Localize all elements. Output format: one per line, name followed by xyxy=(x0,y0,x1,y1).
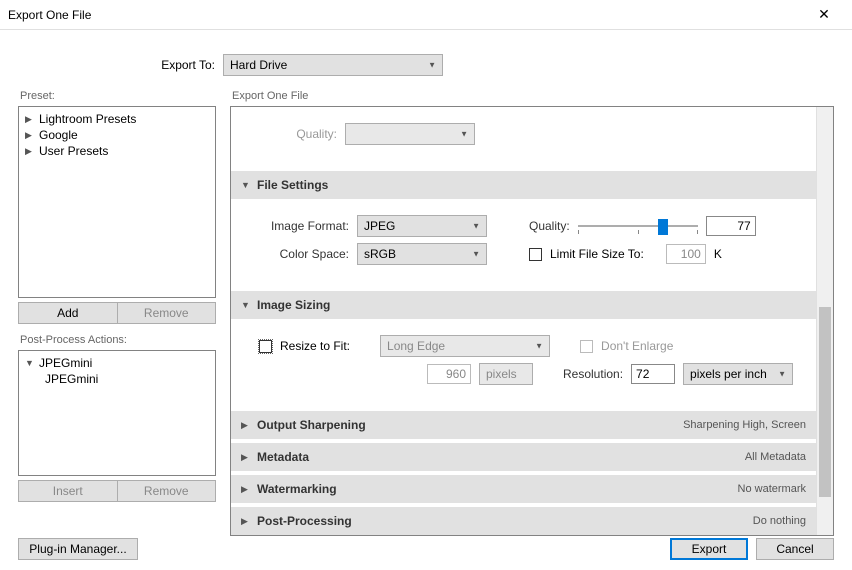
watermarking-header[interactable]: ▶ Watermarking No watermark xyxy=(231,475,816,503)
post-processing-summary: Do nothing xyxy=(753,515,806,527)
preset-item-lightroom[interactable]: ▶ Lightroom Presets xyxy=(25,111,209,127)
quality-slider[interactable] xyxy=(578,216,698,236)
chevron-down-icon: ▼ xyxy=(428,61,436,70)
resize-to-fit-select: Long Edge ▼ xyxy=(380,335,550,357)
metadata-header[interactable]: ▶ Metadata All Metadata xyxy=(231,443,816,471)
postprocess-list[interactable]: ▼ JPEGmini JPEGmini xyxy=(18,350,216,476)
preset-add-button[interactable]: Add xyxy=(18,302,118,324)
triangle-right-icon: ▶ xyxy=(25,146,33,157)
file-settings-header[interactable]: ▼ File Settings xyxy=(231,171,816,199)
metadata-summary: All Metadata xyxy=(745,451,806,463)
quality-top-select: ▼ xyxy=(345,123,475,145)
postprocess-group-jpegmini[interactable]: ▼ JPEGmini xyxy=(25,355,209,371)
dimension-unit-select: pixels xyxy=(479,363,533,385)
plugin-manager-button[interactable]: Plug-in Manager... xyxy=(18,538,138,560)
resize-to-fit-label: Resize to Fit: xyxy=(280,339,350,353)
dont-enlarge-checkbox xyxy=(580,340,593,353)
resolution-label: Resolution: xyxy=(563,367,623,381)
export-to-label: Export To: xyxy=(18,58,223,72)
resolution-input[interactable] xyxy=(631,364,675,384)
chevron-down-icon: ▼ xyxy=(472,222,480,231)
limit-filesize-label: Limit File Size To: xyxy=(550,247,644,261)
image-sizing-header[interactable]: ▼ Image Sizing xyxy=(231,291,816,319)
limit-filesize-input xyxy=(666,244,706,264)
triangle-right-icon: ▶ xyxy=(241,452,251,463)
triangle-right-icon: ▶ xyxy=(25,114,33,125)
dont-enlarge-label: Don't Enlarge xyxy=(601,339,673,353)
color-space-select[interactable]: sRGB ▼ xyxy=(357,243,487,265)
image-format-label: Image Format: xyxy=(241,219,349,233)
chevron-down-icon: ▼ xyxy=(778,370,786,379)
settings-scroll-area: Quality: ▼ ▼ File Settings Image Format: xyxy=(230,106,834,536)
preset-label: Preset: xyxy=(18,90,216,106)
cancel-button[interactable]: Cancel xyxy=(756,538,834,560)
color-space-label: Color Space: xyxy=(241,247,349,261)
close-icon[interactable]: ✕ xyxy=(804,6,844,23)
triangle-right-icon: ▶ xyxy=(241,484,251,495)
triangle-right-icon: ▶ xyxy=(241,420,251,431)
chevron-down-icon: ▼ xyxy=(535,342,543,351)
export-to-value: Hard Drive xyxy=(230,58,287,72)
chevron-down-icon: ▼ xyxy=(472,250,480,259)
limit-filesize-checkbox[interactable] xyxy=(529,248,542,261)
output-sharpening-header[interactable]: ▶ Output Sharpening Sharpening High, Scr… xyxy=(231,411,816,439)
limit-filesize-unit: K xyxy=(714,247,722,261)
postprocess-item-jpegmini[interactable]: JPEGmini xyxy=(25,371,209,387)
image-format-select[interactable]: JPEG ▼ xyxy=(357,215,487,237)
triangle-down-icon: ▼ xyxy=(241,300,251,310)
export-to-select[interactable]: Hard Drive ▼ xyxy=(223,54,443,76)
triangle-right-icon: ▶ xyxy=(25,130,33,141)
post-processing-header[interactable]: ▶ Post-Processing Do nothing xyxy=(231,507,816,535)
triangle-down-icon: ▼ xyxy=(241,180,251,190)
resolution-unit-select[interactable]: pixels per inch ▼ xyxy=(683,363,793,385)
triangle-right-icon: ▶ xyxy=(241,516,251,527)
scrollbar-thumb[interactable] xyxy=(819,307,831,497)
preset-list[interactable]: ▶ Lightroom Presets ▶ Google ▶ User Pres… xyxy=(18,106,216,298)
resize-to-fit-checkbox[interactable] xyxy=(259,340,272,353)
postprocess-remove-button[interactable]: Remove xyxy=(118,480,217,502)
preset-item-google[interactable]: ▶ Google xyxy=(25,127,209,143)
quality-label: Quality: xyxy=(529,219,570,233)
postprocess-label: Post-Process Actions: xyxy=(18,334,216,350)
window-title: Export One File xyxy=(8,8,804,22)
quality-input[interactable] xyxy=(706,216,756,236)
export-button[interactable]: Export xyxy=(670,538,748,560)
right-header: Export One File xyxy=(230,90,834,106)
triangle-down-icon: ▼ xyxy=(25,358,33,368)
postprocess-insert-button[interactable]: Insert xyxy=(18,480,118,502)
watermarking-summary: No watermark xyxy=(738,483,806,495)
preset-item-user[interactable]: ▶ User Presets xyxy=(25,143,209,159)
preset-remove-button[interactable]: Remove xyxy=(118,302,217,324)
quality-top-label: Quality: xyxy=(241,127,337,141)
scrollbar[interactable] xyxy=(816,107,833,535)
dimension-input xyxy=(427,364,471,384)
chevron-down-icon: ▼ xyxy=(460,130,468,139)
output-sharpening-summary: Sharpening High, Screen xyxy=(683,419,806,431)
